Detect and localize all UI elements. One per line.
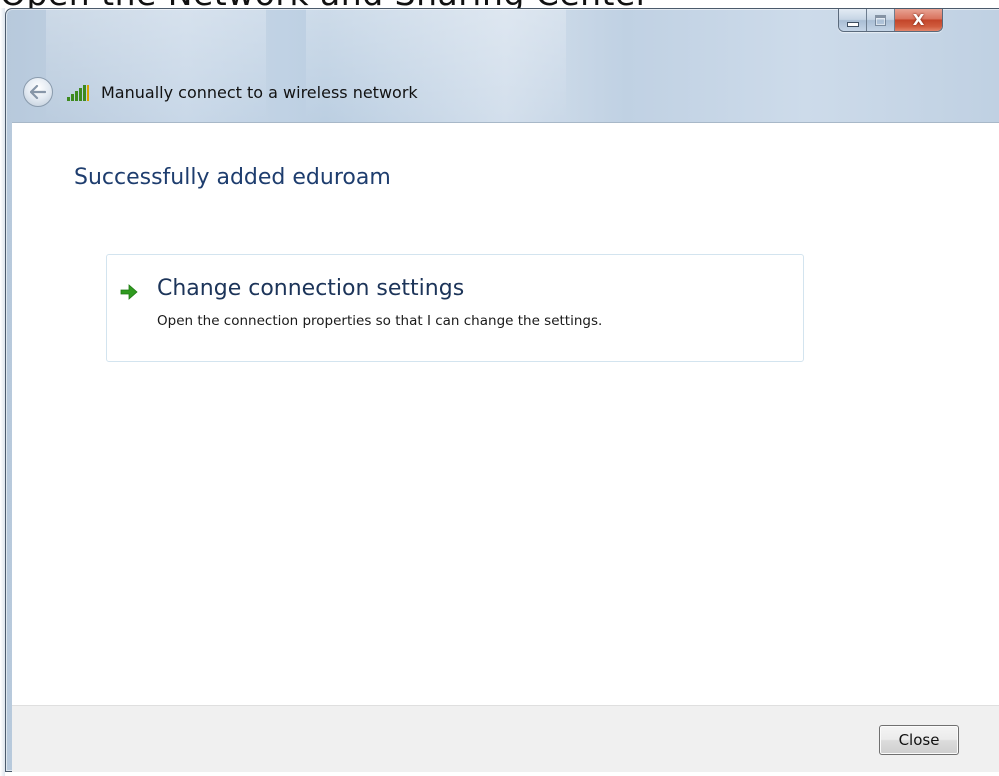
title-bar[interactable]: X bbox=[6, 9, 999, 121]
close-button[interactable]: Close bbox=[879, 725, 959, 755]
link-description: Open the connection properties so that I… bbox=[157, 313, 603, 329]
content-area: Successfully added eduroam Change connec… bbox=[12, 122, 999, 705]
wireless-signal-icon bbox=[67, 83, 91, 101]
page-heading: Successfully added eduroam bbox=[74, 165, 391, 190]
maximize-icon bbox=[875, 14, 886, 26]
dialog-footer: Close bbox=[12, 705, 999, 772]
link-title: Change connection settings bbox=[157, 276, 465, 301]
minimize-icon bbox=[846, 21, 859, 27]
screenshot-stage: Open the Network and Sharing Center X bbox=[0, 0, 999, 776]
back-button[interactable] bbox=[23, 77, 53, 107]
maximize-button[interactable] bbox=[867, 9, 895, 31]
change-connection-settings-link[interactable]: Change connection settings Open the conn… bbox=[106, 254, 804, 362]
back-arrow-icon bbox=[30, 85, 46, 99]
green-arrow-icon bbox=[120, 284, 138, 300]
window-controls: X bbox=[838, 9, 943, 32]
navigation-row: Manually connect to a wireless network bbox=[23, 77, 418, 107]
dialog-window: X Manually connect to a wireless network bbox=[5, 8, 999, 772]
minimize-button[interactable] bbox=[839, 9, 867, 31]
close-icon: X bbox=[912, 11, 925, 29]
window-title: Manually connect to a wireless network bbox=[101, 82, 418, 102]
close-window-button[interactable]: X bbox=[895, 9, 942, 31]
